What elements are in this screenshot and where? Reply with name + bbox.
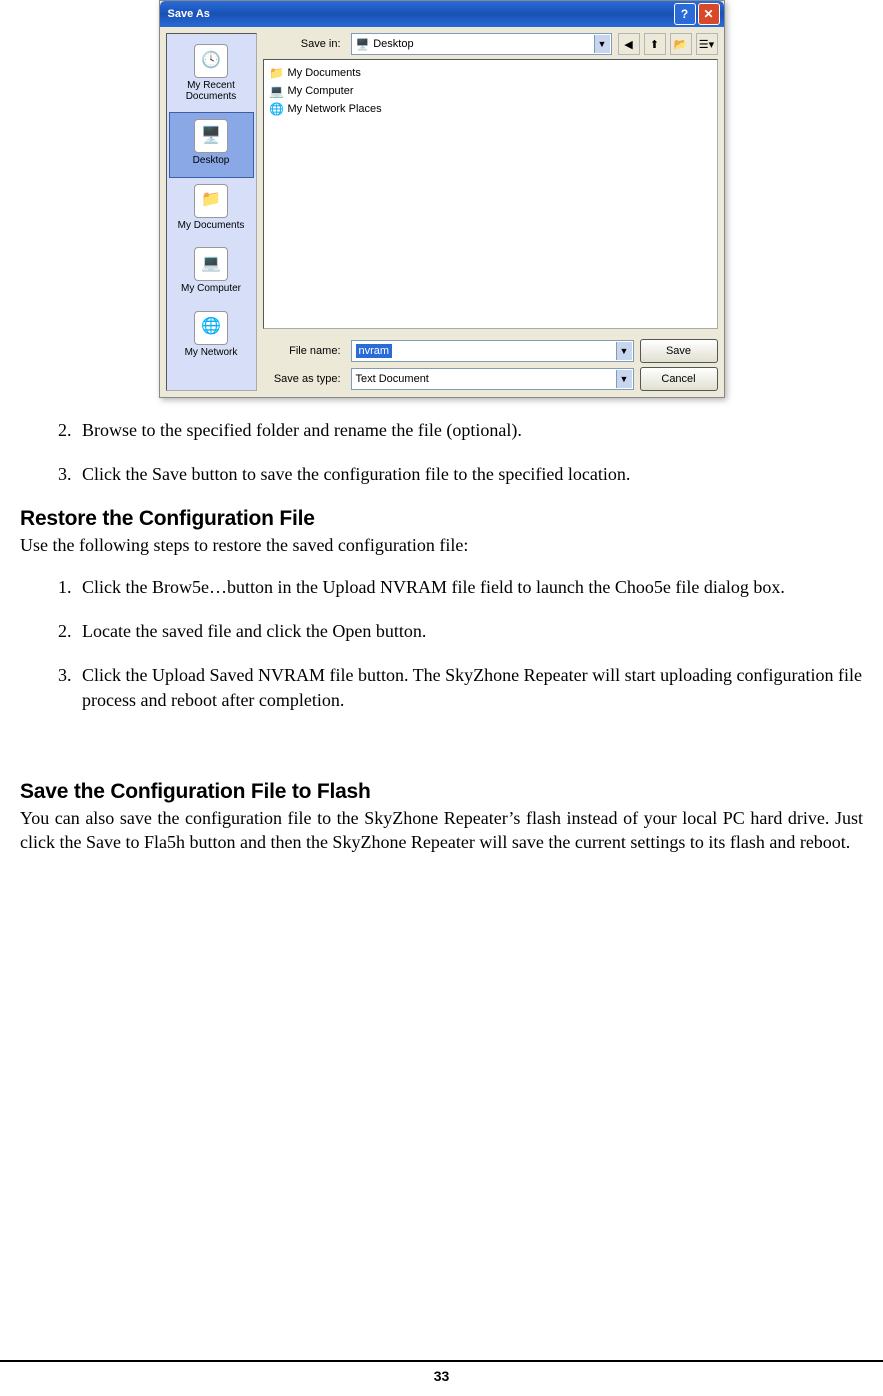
- cancel-button[interactable]: Cancel: [640, 367, 718, 391]
- page-number: 33: [0, 1368, 883, 1396]
- recent-docs-icon: 🕓: [194, 44, 228, 78]
- list-item[interactable]: 💻 My Computer: [270, 82, 711, 100]
- up-icon[interactable]: ⬆: [644, 33, 666, 55]
- sidebar-item-desktop[interactable]: 🖥️ Desktop: [169, 112, 254, 178]
- paragraph: You can also save the configuration file…: [20, 806, 863, 855]
- sidebar-item-mynetwork[interactable]: 🌐 My Network: [169, 305, 254, 369]
- file-list[interactable]: 📁 My Documents 💻 My Computer 🌐 My Networ…: [263, 59, 718, 329]
- heading-flash: Save the Configuration File to Flash: [20, 780, 863, 804]
- network-icon: 🌐: [270, 102, 284, 116]
- list-item: Click the Save button to save the config…: [76, 462, 863, 486]
- save-in-label: Save in:: [263, 38, 345, 50]
- filename-label: File name:: [263, 345, 345, 357]
- places-sidebar: 🕓 My Recent Documents 🖥️ Desktop 📁 My Do…: [166, 33, 257, 391]
- close-button[interactable]: ✕: [698, 3, 720, 25]
- new-folder-icon[interactable]: 📂: [670, 33, 692, 55]
- save-in-combo[interactable]: 🖥️ Desktop ▼: [351, 33, 612, 55]
- paragraph: Use the following steps to restore the s…: [20, 533, 863, 557]
- chevron-down-icon[interactable]: ▼: [616, 370, 632, 388]
- filename-value: nvram: [356, 344, 393, 358]
- saveastype-value: Text Document: [356, 373, 429, 385]
- list-item[interactable]: 📁 My Documents: [270, 64, 711, 82]
- list-item: Browse to the specified folder and renam…: [76, 418, 863, 442]
- network-icon: 🌐: [194, 311, 228, 345]
- save-steps-list: Browse to the specified folder and renam…: [20, 418, 863, 487]
- footer-rule: [0, 1360, 883, 1362]
- back-icon[interactable]: ◀: [618, 33, 640, 55]
- dialog-title: Save As: [168, 8, 672, 20]
- saveastype-label: Save as type:: [263, 373, 345, 385]
- sidebar-item-mydocs[interactable]: 📁 My Documents: [169, 178, 254, 242]
- saveastype-combo[interactable]: Text Document ▼: [351, 368, 634, 390]
- page-footer: 33: [0, 1360, 883, 1396]
- list-item: Locate the saved file and click the Open…: [76, 619, 863, 643]
- desktop-icon: 🖥️: [194, 119, 228, 153]
- sidebar-item-mycomputer[interactable]: 💻 My Computer: [169, 241, 254, 305]
- filename-combo[interactable]: nvram ▼: [351, 340, 634, 362]
- save-in-value: Desktop: [373, 38, 413, 50]
- computer-icon: 💻: [270, 84, 284, 98]
- save-button[interactable]: Save: [640, 339, 718, 363]
- list-item: Click the Brow5e…button in the Upload NV…: [76, 575, 863, 599]
- help-button[interactable]: ?: [674, 3, 696, 25]
- dialog-titlebar: Save As ? ✕: [160, 1, 724, 27]
- sidebar-item-recent[interactable]: 🕓 My Recent Documents: [169, 38, 254, 112]
- chevron-down-icon[interactable]: ▼: [594, 35, 610, 53]
- folder-icon: 📁: [270, 66, 284, 80]
- chevron-down-icon[interactable]: ▼: [616, 342, 632, 360]
- list-item[interactable]: 🌐 My Network Places: [270, 100, 711, 118]
- heading-restore: Restore the Configuration File: [20, 507, 863, 531]
- restore-steps-list: Click the Brow5e…button in the Upload NV…: [20, 575, 863, 712]
- folder-icon: 📁: [194, 184, 228, 218]
- computer-icon: 💻: [194, 247, 228, 281]
- views-icon[interactable]: ☰▾: [696, 33, 718, 55]
- desktop-small-icon: 🖥️: [356, 38, 370, 51]
- save-as-dialog: Save As ? ✕ 🕓 My Recent Documents 🖥️ Des…: [159, 0, 725, 398]
- list-item: Click the Upload Saved NVRAM file button…: [76, 663, 863, 712]
